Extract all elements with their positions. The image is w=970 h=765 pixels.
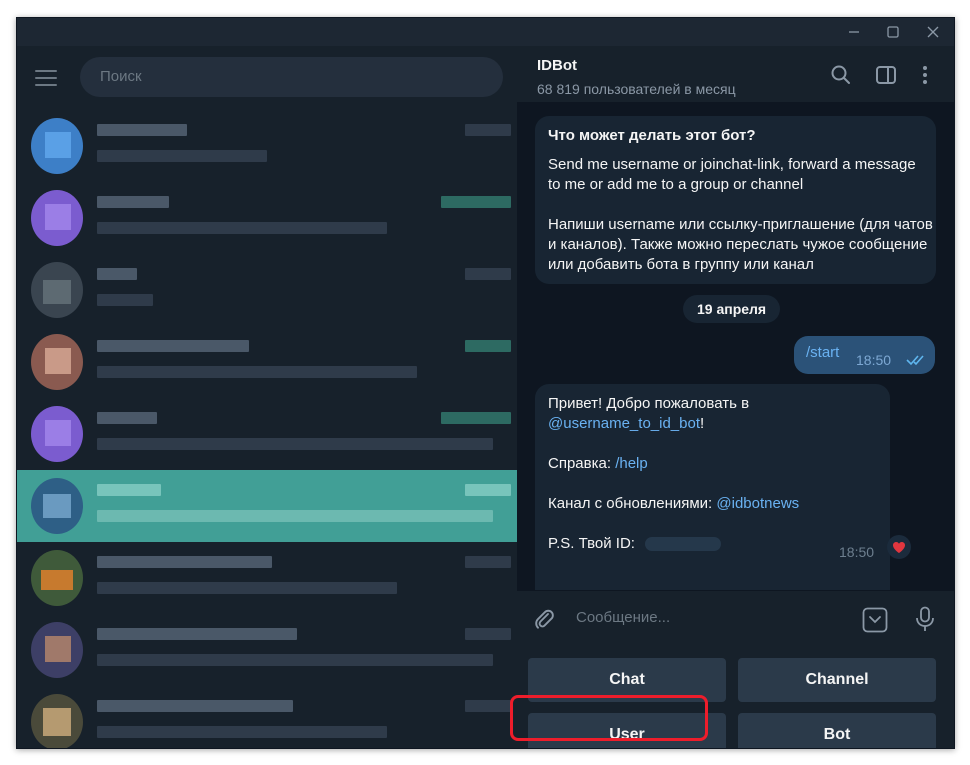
search-input[interactable]: Поиск: [80, 57, 503, 97]
chat-header[interactable]: IDBot 68 819 пользователей в месяц: [517, 46, 954, 102]
channel-label: Канал с обновлениями:: [548, 495, 717, 512]
heart-reaction-icon[interactable]: [887, 535, 911, 559]
list-item[interactable]: [17, 182, 517, 254]
search-placeholder: Поиск: [100, 68, 142, 85]
avatar: [31, 478, 83, 534]
list-item[interactable]: [17, 614, 517, 686]
user-id-redacted: [645, 537, 721, 551]
close-icon[interactable]: [913, 18, 953, 46]
sidebar-toggle-icon[interactable]: [874, 63, 898, 87]
list-item-active[interactable]: [17, 470, 517, 542]
chat-title: IDBot: [537, 57, 577, 74]
bot-description-bubble: Что может делать этот бот? Send me usern…: [535, 116, 936, 284]
message-placeholder: Сообщение...: [576, 609, 671, 626]
user-id-label: P.S. Твой ID:: [548, 535, 635, 552]
help-label: Справка:: [548, 455, 616, 472]
avatar: [31, 550, 83, 606]
maximize-icon[interactable]: [873, 18, 913, 46]
minimize-icon[interactable]: [834, 18, 874, 46]
bot-description-russian: Напиши username или ссылку-приглашение (…: [548, 216, 933, 273]
list-item[interactable]: [17, 110, 517, 182]
outgoing-message[interactable]: /start 18:50: [794, 336, 935, 374]
avatar: [31, 190, 83, 246]
message-composer: Сообщение...: [517, 590, 954, 647]
channel-button[interactable]: Channel: [738, 658, 936, 702]
conversation-panel: IDBot 68 819 пользователей в месяц Что м…: [517, 46, 954, 748]
bot-mention-link[interactable]: @username_to_id_bot: [548, 415, 700, 432]
search-icon[interactable]: [829, 63, 853, 87]
reply-greeting: Привет! Добро пожаловать в: [548, 395, 750, 412]
list-item[interactable]: [17, 686, 517, 748]
bot-description-heading: Что может делать этот бот?: [548, 127, 756, 144]
bot-reply-bubble: Привет! Добро пожаловать в @username_to_…: [535, 384, 890, 590]
date-separator: 19 апреля: [683, 295, 781, 323]
avatar: [31, 118, 83, 174]
message-input[interactable]: Сообщение...: [576, 609, 846, 631]
telegram-window: Поиск IDBot 68 819 пользователей в месяц…: [16, 17, 955, 749]
avatar: [31, 262, 83, 318]
list-item[interactable]: [17, 542, 517, 614]
chat-list-panel: Поиск: [17, 46, 517, 748]
more-options-icon[interactable]: [913, 63, 937, 87]
avatar: [31, 334, 83, 390]
list-item[interactable]: [17, 398, 517, 470]
mention-suffix: !: [700, 415, 705, 432]
start-command[interactable]: /start: [806, 344, 839, 361]
title-bar: [17, 18, 954, 46]
bot-description-english: Send me username or joinchat-link, forwa…: [548, 156, 916, 193]
avatar: [31, 406, 83, 462]
channel-link[interactable]: @idbotnews: [716, 495, 799, 512]
user-button-highlight: [510, 695, 708, 741]
help-command-link[interactable]: /help: [615, 455, 648, 472]
list-item[interactable]: [17, 254, 517, 326]
read-checkmarks-icon: [906, 352, 928, 370]
attach-icon[interactable]: [532, 607, 556, 636]
microphone-icon[interactable]: [915, 606, 935, 637]
chat-subtitle: 68 819 пользователей в месяц: [537, 81, 736, 97]
bot-button[interactable]: Bot: [738, 713, 936, 748]
message-time: 18:50: [839, 544, 875, 560]
menu-icon[interactable]: [35, 70, 57, 86]
message-time: 18:50: [856, 352, 892, 368]
avatar: [31, 694, 83, 748]
list-item[interactable]: [17, 326, 517, 398]
bot-keyboard-icon[interactable]: [862, 607, 888, 638]
avatar: [31, 622, 83, 678]
message-area: Что может делать этот бот? Send me usern…: [517, 102, 954, 590]
